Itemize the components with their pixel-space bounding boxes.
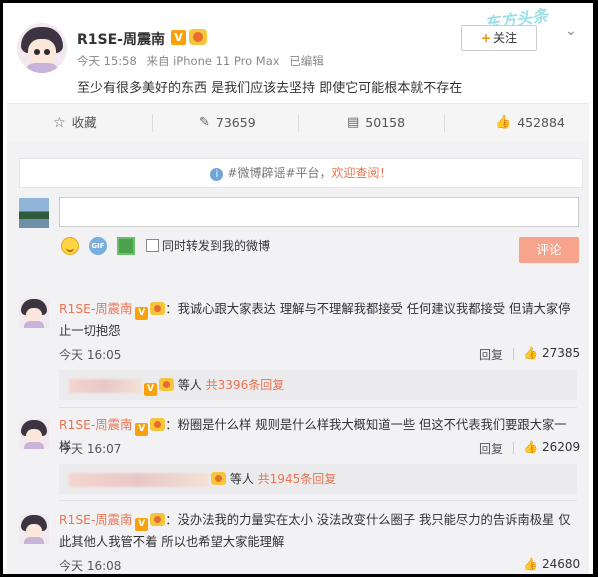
repost-checkbox-label: 同时转发到我的微博: [162, 239, 271, 253]
repost-checkbox[interactable]: [146, 239, 159, 252]
chevron-down-icon[interactable]: ⌄: [565, 23, 577, 39]
star-icon: ☆: [53, 115, 66, 131]
commenter-name[interactable]: R1SE-周震南: [59, 302, 132, 316]
comment-time: 今天 16:05: [59, 348, 122, 362]
action-bar: ☆ 收藏 ✎ 73659 ▤ 50158 👍 452884: [7, 103, 589, 143]
post-text: 至少有很多美好的东西 是我们应该去坚持 即使它可能根本就不存在: [77, 81, 463, 96]
post-header: R1SE-周震南 V 今天 15:58 来自 iPhone 11 Pro Max…: [3, 3, 593, 103]
reply-button[interactable]: 回复: [479, 440, 503, 457]
comment-section: i #微博辟谣#平台，欢迎查阅！ GIF 同时转发到我的微博 评论 R1SE-周震…: [7, 141, 589, 574]
verified-icon: V: [144, 383, 157, 396]
gif-icon[interactable]: GIF: [89, 237, 107, 255]
vip-icon: [189, 29, 207, 45]
vip-icon: [159, 378, 174, 391]
thumbs-up-icon: 👍: [523, 440, 538, 454]
info-icon: i: [210, 168, 224, 181]
commenter-name[interactable]: R1SE-周震南: [59, 513, 132, 527]
author-name[interactable]: R1SE-周震南: [77, 29, 165, 49]
verified-icon: V: [135, 518, 149, 531]
repost-button[interactable]: ✎ 73659: [199, 104, 256, 142]
comment-icon: ▤: [347, 115, 360, 130]
commenter-name[interactable]: R1SE-周震南: [59, 418, 132, 432]
sub-reply-count[interactable]: 共1945条回复: [258, 472, 337, 486]
my-avatar: [19, 198, 49, 228]
post-meta: 今天 15:58 来自 iPhone 11 Pro Max 已编辑: [77, 53, 330, 69]
sub-replies[interactable]: V 等人 共3396条回复: [59, 370, 577, 400]
commenter-avatar[interactable]: [19, 514, 49, 544]
sub-replies[interactable]: 等人 共1945条回复: [59, 464, 577, 494]
thumbs-up-icon: 👍: [523, 557, 538, 571]
vip-icon: [150, 418, 166, 431]
vip-icon: [211, 472, 226, 485]
comment-time: 今天 16:08: [59, 559, 122, 573]
comment-text: R1SE-周震南 V ：没办法我的力量实在太小 没法改变什么圈子 我只能尽力的告诉南…: [59, 513, 571, 549]
thumbs-up-icon: 👍: [495, 115, 512, 130]
comment-button[interactable]: ▤ 50158: [347, 104, 405, 142]
submit-comment-button[interactable]: 评论: [519, 237, 579, 263]
comment-like-button[interactable]: 👍 26209: [523, 440, 580, 454]
comment-input[interactable]: [59, 197, 579, 227]
blurred-names: [69, 472, 209, 487]
commenter-avatar[interactable]: [19, 298, 49, 328]
rumor-notice: i #微博辟谣#平台，欢迎查阅！: [19, 158, 583, 188]
reply-button[interactable]: 回复: [479, 346, 503, 363]
post-source: 来自 iPhone 11 Pro Max: [146, 54, 280, 68]
verified-icon: V: [135, 307, 149, 320]
image-icon[interactable]: [117, 237, 135, 255]
plus-icon: +: [480, 31, 492, 45]
comment-like-button[interactable]: 👍 24680: [523, 557, 580, 571]
blurred-names: [69, 378, 141, 393]
thumbs-up-icon: 👍: [523, 346, 538, 360]
like-button[interactable]: 👍 452884: [495, 104, 565, 142]
repost-icon: ✎: [199, 115, 210, 130]
follow-button[interactable]: + 关注: [461, 25, 537, 51]
emoji-icon[interactable]: [61, 237, 79, 255]
favorite-button[interactable]: ☆ 收藏: [53, 104, 97, 142]
author-avatar[interactable]: [17, 23, 67, 73]
commenter-avatar[interactable]: [19, 419, 49, 449]
verified-icon: V: [171, 30, 186, 45]
comment-like-button[interactable]: 👍 27385: [523, 346, 580, 360]
comment-text: R1SE-周震南 V ：我诚心跟大家表达 理解与不理解我都接受 任何建议我都接受 但…: [59, 302, 571, 338]
weibo-post-card: R1SE-周震南 V 今天 15:58 来自 iPhone 11 Pro Max…: [3, 3, 593, 574]
comment-time: 今天 16:07: [59, 442, 122, 456]
verified-icon: V: [135, 423, 149, 436]
edited-label[interactable]: 已编辑: [289, 54, 324, 68]
vip-icon: [150, 302, 166, 315]
vip-icon: [150, 513, 166, 526]
post-time[interactable]: 今天 15:58: [77, 54, 137, 68]
notice-link[interactable]: 欢迎查阅！: [332, 166, 392, 180]
sub-reply-count[interactable]: 共3396条回复: [206, 378, 285, 392]
